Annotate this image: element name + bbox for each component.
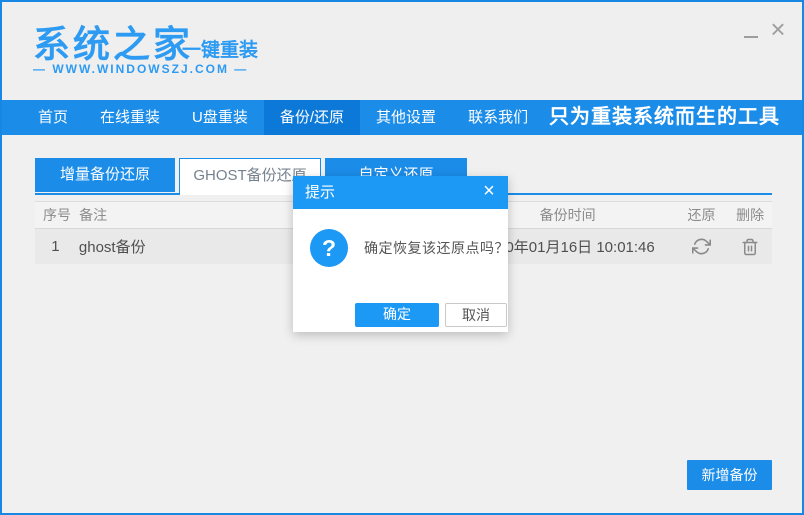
- cancel-button[interactable]: 取消: [445, 303, 507, 327]
- app-logo-subtitle: 一键重装: [182, 40, 259, 61]
- minimize-icon: [744, 36, 758, 38]
- close-icon: ×: [770, 14, 786, 44]
- header-delete: 删除: [736, 207, 765, 223]
- app-window: 系统之家 一键重装 — WWW.WINDOWSZJ.COM — × 首页 在线重…: [0, 0, 804, 515]
- dialog-titlebar: 提示 ×: [293, 176, 508, 209]
- restore-button[interactable]: [689, 235, 713, 259]
- nav-slogan: 只为重装系统而生的工具: [549, 106, 780, 128]
- refresh-restore-icon: [691, 238, 711, 255]
- minimize-button[interactable]: [740, 22, 762, 44]
- nav-item-contact-us[interactable]: 联系我们: [452, 100, 544, 135]
- confirm-button[interactable]: 确定: [355, 303, 439, 327]
- delete-button[interactable]: [738, 235, 762, 259]
- nav-item-home[interactable]: 首页: [22, 100, 84, 135]
- titlebar: 系统之家 一键重装 — WWW.WINDOWSZJ.COM — ×: [2, 2, 802, 100]
- add-backup-button[interactable]: 新增备份: [687, 460, 772, 490]
- header-index: 序号: [43, 207, 71, 223]
- dialog-message: 确定恢复该还原点吗？: [364, 240, 509, 256]
- main-nav: 首页 在线重装 U盘重装 备份/还原 其他设置 联系我们 只为重装系统而生的工具: [2, 100, 802, 135]
- app-logo: 系统之家: [33, 24, 193, 65]
- nav-item-other-settings[interactable]: 其他设置: [360, 100, 452, 135]
- nav-item-backup-restore[interactable]: 备份/还原: [263, 100, 361, 135]
- cell-index: 1: [51, 238, 60, 255]
- close-button[interactable]: ×: [766, 14, 790, 44]
- nav-item-online-reinstall[interactable]: 在线重装: [84, 100, 176, 135]
- tab-incremental-backup-restore[interactable]: 增量备份还原: [35, 158, 175, 192]
- question-icon: ?: [310, 229, 348, 267]
- dialog-title: 提示: [305, 184, 336, 201]
- website-text: — WWW.WINDOWSZJ.COM —: [33, 62, 249, 76]
- header-restore: 还原: [687, 207, 716, 223]
- trash-icon: [742, 238, 758, 255]
- dialog-close-button[interactable]: ×: [478, 176, 500, 209]
- confirm-dialog: 提示 × ? 确定恢复该还原点吗？ 确定 取消: [293, 176, 509, 332]
- dialog-close-icon: ×: [483, 180, 495, 202]
- nav-item-usb-reinstall[interactable]: U盘重装: [176, 100, 264, 135]
